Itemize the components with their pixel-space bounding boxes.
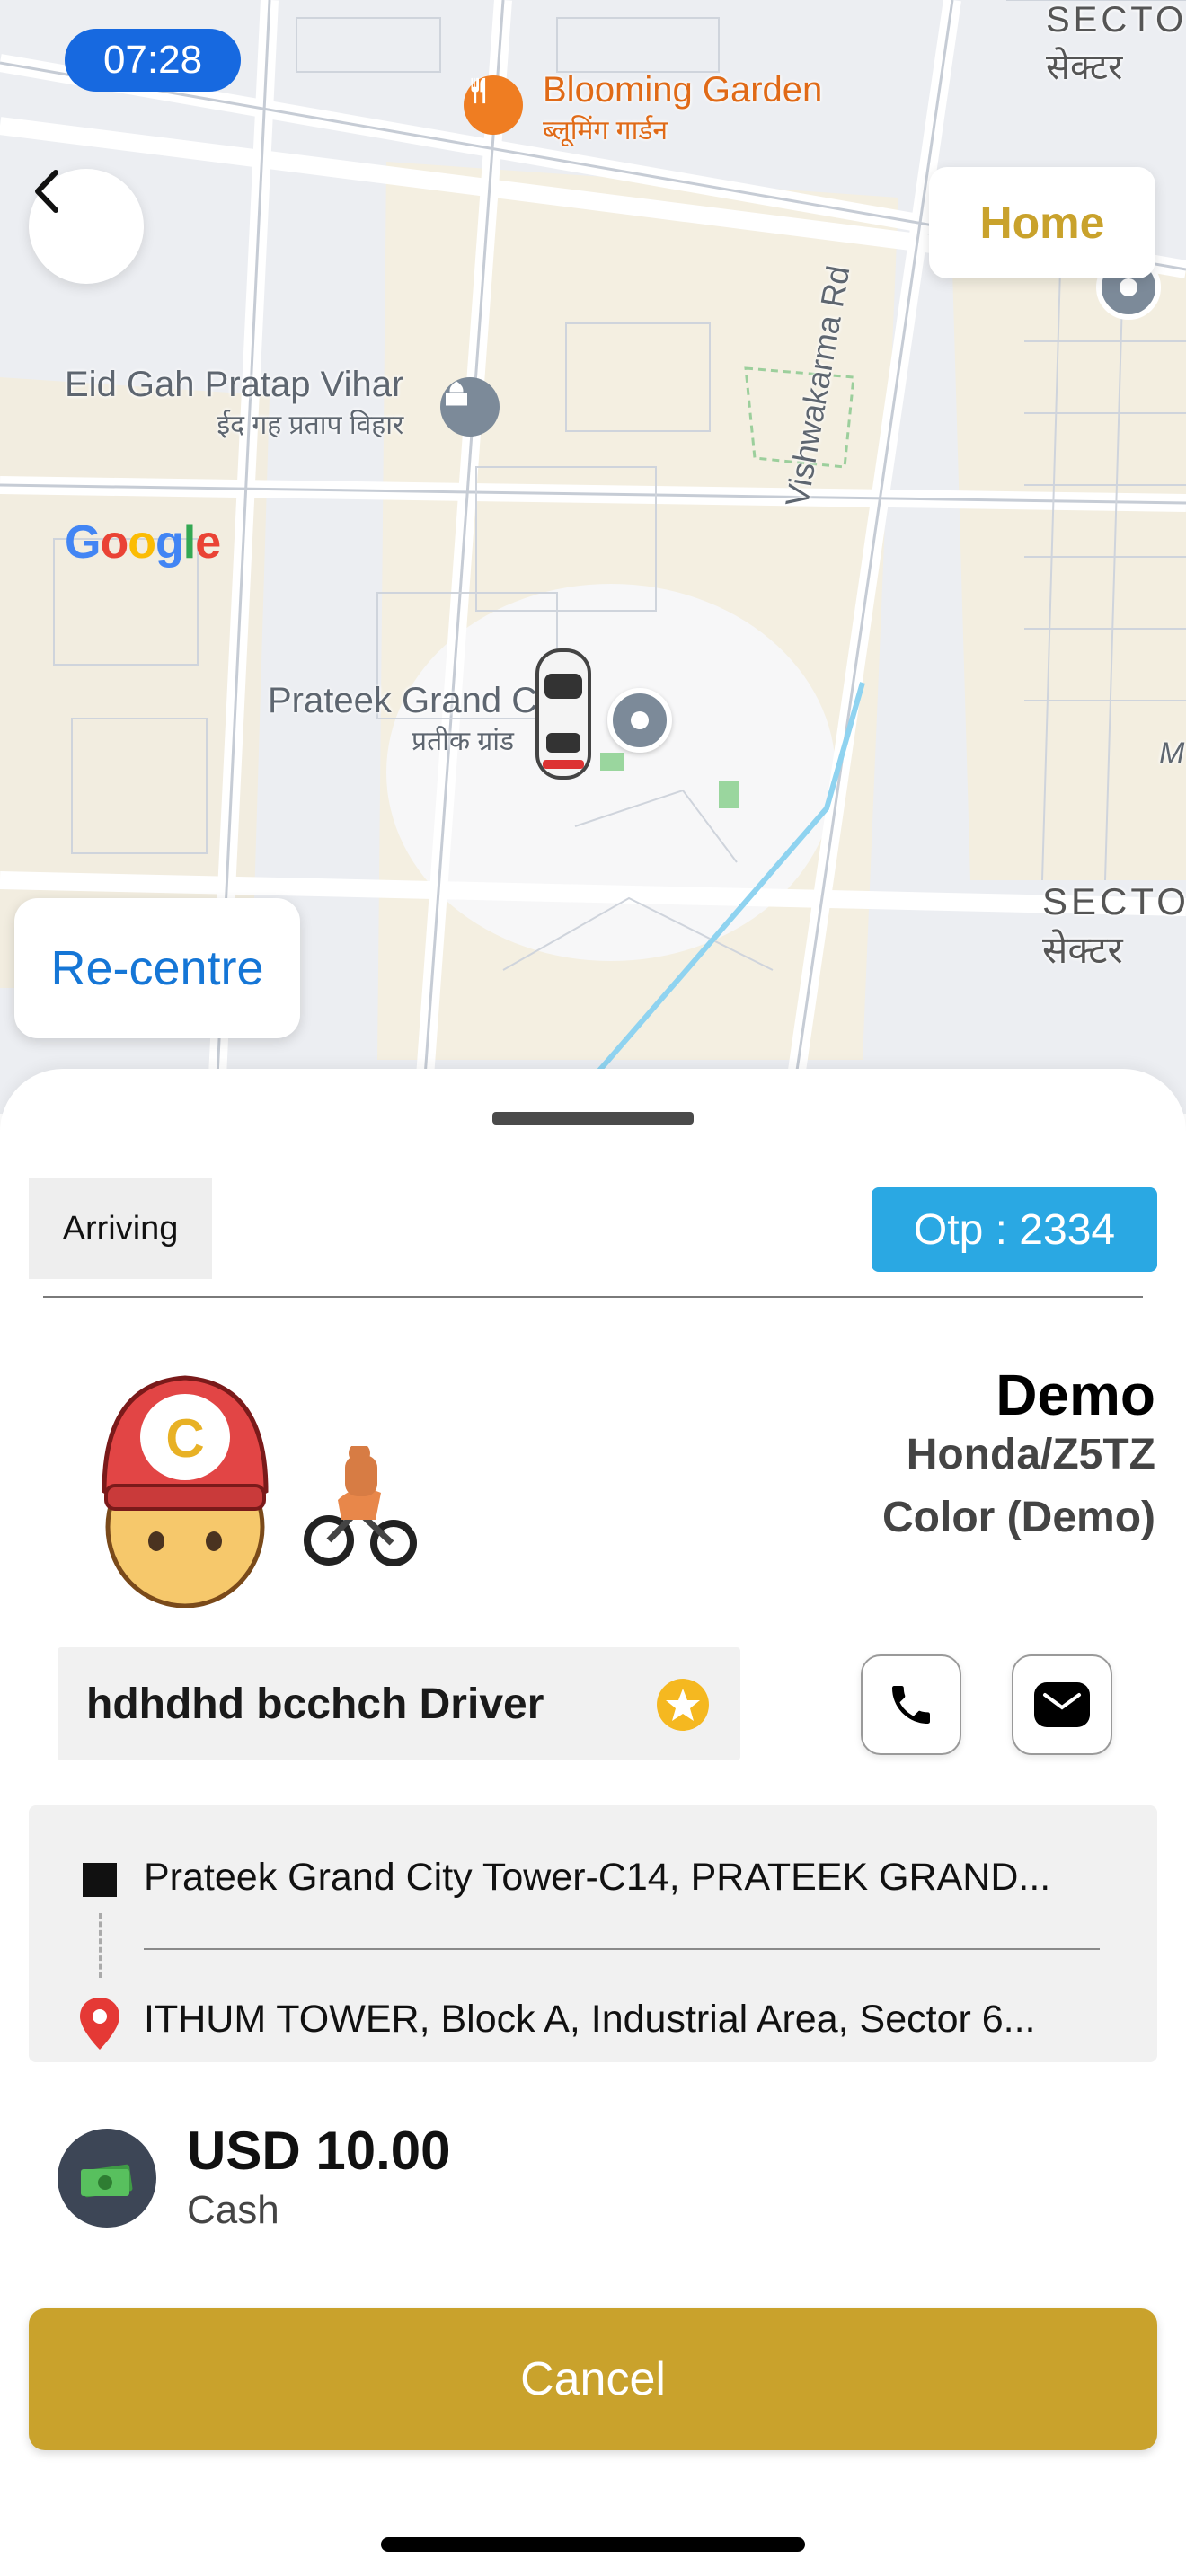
driver-label: hdhdhd bcchch Driver (86, 1680, 544, 1728)
vehicle-color: Color (Demo) (882, 1494, 1155, 1541)
recentre-button[interactable]: Re-centre (14, 898, 300, 1038)
sector-label-top: SECTO सेक्टर (1046, 0, 1186, 87)
star-icon (656, 1678, 710, 1732)
sheet-drag-handle[interactable] (492, 1112, 694, 1125)
pickup-address[interactable]: Prateek Grand City Tower-C14, PRATEEK GR… (144, 1856, 1100, 1900)
google-logo: Google (65, 516, 221, 569)
route-divider (144, 1948, 1100, 1950)
message-button[interactable] (1012, 1654, 1112, 1755)
dropoff-pin-icon (80, 1998, 119, 2050)
map-edge-letter: M (1159, 737, 1185, 771)
trip-status-badge: Arriving (29, 1178, 212, 1279)
message-icon (1034, 1682, 1090, 1727)
map-place-eid-gah[interactable]: Eid Gah Pratap Vihar ईद गह प्रताप विहार (65, 365, 403, 442)
divider (43, 1296, 1143, 1298)
map-place-prateek-grand[interactable]: Prateek Grand C प्रतीक ग्रांड (268, 681, 537, 758)
call-button[interactable] (861, 1654, 961, 1755)
sector-label-bottom: SECTO सेक्टर (1042, 880, 1186, 971)
driver-info-box[interactable]: hdhdhd bcchch Driver (58, 1647, 740, 1760)
vehicle-model: Honda/Z5TZ (906, 1431, 1155, 1478)
status-time: 07:28 (65, 29, 241, 92)
route-dashed-line (99, 1913, 102, 1978)
back-chevron-icon (35, 170, 58, 213)
home-button[interactable]: Home (929, 167, 1155, 278)
driver-name: Demo (996, 1363, 1155, 1427)
payment-method: Cash (187, 2188, 279, 2232)
cancel-button[interactable]: Cancel (29, 2308, 1157, 2450)
otp-badge: Otp : 2334 (872, 1187, 1157, 1272)
map-view[interactable]: Blooming Garden ब्लूमिंग गार्डन Eid Gah … (0, 0, 1186, 1114)
car-icon (534, 647, 593, 781)
motorbike-icon (302, 1442, 419, 1572)
back-button[interactable] (29, 169, 144, 284)
phone-icon (892, 1686, 930, 1724)
landmark-icon (440, 377, 500, 437)
map-place-blooming-garden[interactable]: Blooming Garden ब्लूमिंग गार्डन (543, 70, 822, 147)
fare-amount: USD 10.00 (187, 2121, 451, 2181)
dropoff-address[interactable]: ITHUM TOWER, Block A, Industrial Area, S… (144, 1998, 1100, 2042)
home-indicator (381, 2537, 805, 2552)
location-pin-icon (607, 688, 672, 753)
driver-avatar: C (95, 1365, 275, 1609)
svg-text:C: C (165, 1408, 204, 1469)
cash-icon (58, 2129, 156, 2228)
pickup-square-icon (83, 1863, 117, 1897)
restaurant-icon (464, 75, 523, 135)
